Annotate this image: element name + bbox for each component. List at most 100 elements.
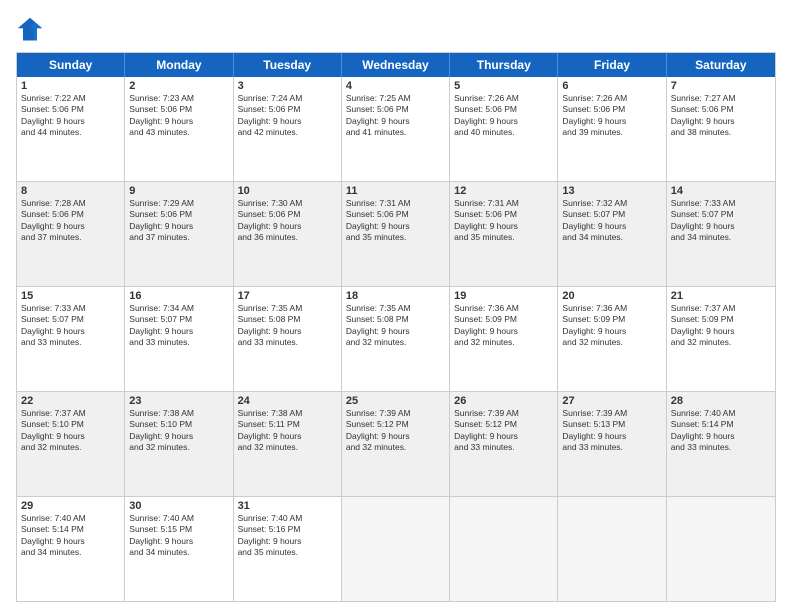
- cell-info-line: Sunrise: 7:28 AM: [21, 198, 120, 209]
- cell-info-line: Daylight: 9 hours: [21, 116, 120, 127]
- day-number: 26: [454, 395, 553, 407]
- cell-info-line: Daylight: 9 hours: [562, 431, 661, 442]
- cell-info-line: Sunrise: 7:35 AM: [346, 303, 445, 314]
- day-number: 16: [129, 290, 228, 302]
- cell-info-line: and 33 minutes.: [238, 337, 337, 348]
- day-header-monday: Monday: [125, 53, 233, 77]
- cell-info-line: and 32 minutes.: [129, 442, 228, 453]
- logo: [16, 16, 48, 44]
- cell-info-line: Daylight: 9 hours: [129, 221, 228, 232]
- cell-info-line: Sunset: 5:06 PM: [346, 104, 445, 115]
- cell-info-line: and 32 minutes.: [238, 442, 337, 453]
- day-cell-7: 7Sunrise: 7:27 AMSunset: 5:06 PMDaylight…: [667, 77, 775, 181]
- cell-info-line: Sunset: 5:07 PM: [671, 209, 771, 220]
- cell-info-line: Sunset: 5:06 PM: [238, 104, 337, 115]
- day-number: 12: [454, 185, 553, 197]
- day-cell-18: 18Sunrise: 7:35 AMSunset: 5:08 PMDayligh…: [342, 287, 450, 391]
- cell-info-line: Sunrise: 7:26 AM: [454, 93, 553, 104]
- cell-info-line: Sunrise: 7:36 AM: [562, 303, 661, 314]
- cell-info-line: Sunrise: 7:39 AM: [562, 408, 661, 419]
- day-number: 2: [129, 80, 228, 92]
- cell-info-line: Sunset: 5:15 PM: [129, 524, 228, 535]
- cell-info-line: Sunrise: 7:32 AM: [562, 198, 661, 209]
- day-cell-12: 12Sunrise: 7:31 AMSunset: 5:06 PMDayligh…: [450, 182, 558, 286]
- cell-info-line: Sunrise: 7:40 AM: [238, 513, 337, 524]
- calendar-week-4: 22Sunrise: 7:37 AMSunset: 5:10 PMDayligh…: [17, 392, 775, 497]
- cell-info-line: Daylight: 9 hours: [671, 116, 771, 127]
- cell-info-line: Sunrise: 7:35 AM: [238, 303, 337, 314]
- cell-info-line: Daylight: 9 hours: [238, 431, 337, 442]
- cell-info-line: Daylight: 9 hours: [671, 326, 771, 337]
- day-number: 6: [562, 80, 661, 92]
- day-cell-1: 1Sunrise: 7:22 AMSunset: 5:06 PMDaylight…: [17, 77, 125, 181]
- day-number: 24: [238, 395, 337, 407]
- day-cell-4: 4Sunrise: 7:25 AMSunset: 5:06 PMDaylight…: [342, 77, 450, 181]
- cell-info-line: and 36 minutes.: [238, 232, 337, 243]
- cell-info-line: Sunset: 5:10 PM: [21, 419, 120, 430]
- cell-info-line: Sunrise: 7:33 AM: [671, 198, 771, 209]
- cell-info-line: Sunrise: 7:39 AM: [346, 408, 445, 419]
- cell-info-line: Sunset: 5:14 PM: [21, 524, 120, 535]
- cell-info-line: and 35 minutes.: [346, 232, 445, 243]
- day-number: 11: [346, 185, 445, 197]
- day-number: 29: [21, 500, 120, 512]
- day-cell-25: 25Sunrise: 7:39 AMSunset: 5:12 PMDayligh…: [342, 392, 450, 496]
- day-header-sunday: Sunday: [17, 53, 125, 77]
- cell-info-line: Sunrise: 7:38 AM: [238, 408, 337, 419]
- day-number: 10: [238, 185, 337, 197]
- day-number: 14: [671, 185, 771, 197]
- day-number: 13: [562, 185, 661, 197]
- cell-info-line: Sunrise: 7:37 AM: [671, 303, 771, 314]
- cell-info-line: Sunset: 5:07 PM: [562, 209, 661, 220]
- cell-info-line: Sunset: 5:09 PM: [454, 314, 553, 325]
- cell-info-line: Daylight: 9 hours: [346, 116, 445, 127]
- cell-info-line: Sunset: 5:06 PM: [129, 104, 228, 115]
- day-number: 19: [454, 290, 553, 302]
- day-number: 27: [562, 395, 661, 407]
- day-number: 18: [346, 290, 445, 302]
- cell-info-line: Daylight: 9 hours: [129, 326, 228, 337]
- cell-info-line: Daylight: 9 hours: [671, 431, 771, 442]
- day-header-thursday: Thursday: [450, 53, 558, 77]
- cell-info-line: and 32 minutes.: [21, 442, 120, 453]
- day-cell-21: 21Sunrise: 7:37 AMSunset: 5:09 PMDayligh…: [667, 287, 775, 391]
- cell-info-line: and 33 minutes.: [454, 442, 553, 453]
- cell-info-line: and 43 minutes.: [129, 127, 228, 138]
- day-header-saturday: Saturday: [667, 53, 775, 77]
- cell-info-line: Sunrise: 7:38 AM: [129, 408, 228, 419]
- cell-info-line: Sunset: 5:11 PM: [238, 419, 337, 430]
- cell-info-line: Sunset: 5:06 PM: [129, 209, 228, 220]
- cell-info-line: and 37 minutes.: [21, 232, 120, 243]
- day-number: 3: [238, 80, 337, 92]
- cell-info-line: Daylight: 9 hours: [238, 116, 337, 127]
- cell-info-line: Daylight: 9 hours: [346, 221, 445, 232]
- day-cell-9: 9Sunrise: 7:29 AMSunset: 5:06 PMDaylight…: [125, 182, 233, 286]
- calendar-body: 1Sunrise: 7:22 AMSunset: 5:06 PMDaylight…: [17, 77, 775, 601]
- cell-info-line: and 42 minutes.: [238, 127, 337, 138]
- cell-info-line: Daylight: 9 hours: [454, 116, 553, 127]
- cell-info-line: Sunset: 5:09 PM: [671, 314, 771, 325]
- cell-info-line: Daylight: 9 hours: [346, 431, 445, 442]
- cell-info-line: and 35 minutes.: [238, 547, 337, 558]
- day-cell-22: 22Sunrise: 7:37 AMSunset: 5:10 PMDayligh…: [17, 392, 125, 496]
- calendar-header: SundayMondayTuesdayWednesdayThursdayFrid…: [17, 53, 775, 77]
- cell-info-line: and 34 minutes.: [129, 547, 228, 558]
- day-cell-8: 8Sunrise: 7:28 AMSunset: 5:06 PMDaylight…: [17, 182, 125, 286]
- cell-info-line: Sunset: 5:06 PM: [21, 209, 120, 220]
- cell-info-line: Sunset: 5:08 PM: [346, 314, 445, 325]
- cell-info-line: Sunset: 5:12 PM: [454, 419, 553, 430]
- cell-info-line: Sunrise: 7:40 AM: [671, 408, 771, 419]
- cell-info-line: Sunrise: 7:31 AM: [454, 198, 553, 209]
- cell-info-line: Sunset: 5:06 PM: [454, 209, 553, 220]
- cell-info-line: Sunrise: 7:39 AM: [454, 408, 553, 419]
- cell-info-line: and 32 minutes.: [346, 337, 445, 348]
- cell-info-line: Sunset: 5:07 PM: [21, 314, 120, 325]
- cell-info-line: Sunset: 5:06 PM: [346, 209, 445, 220]
- cell-info-line: Daylight: 9 hours: [238, 326, 337, 337]
- day-number: 28: [671, 395, 771, 407]
- cell-info-line: Sunrise: 7:27 AM: [671, 93, 771, 104]
- cell-info-line: and 33 minutes.: [129, 337, 228, 348]
- day-number: 25: [346, 395, 445, 407]
- empty-cell: [667, 497, 775, 601]
- day-number: 5: [454, 80, 553, 92]
